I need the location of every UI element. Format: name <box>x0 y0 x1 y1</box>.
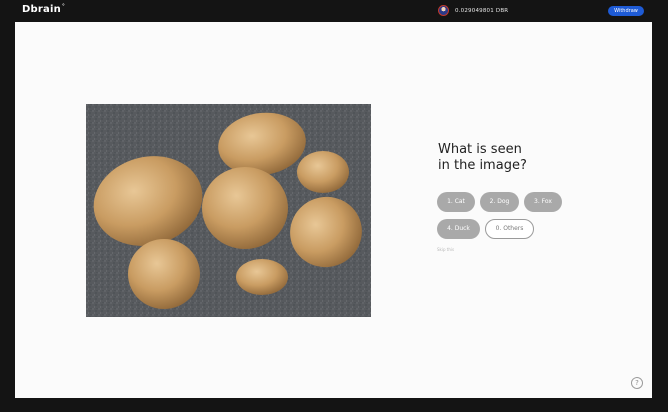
option-cat-button[interactable]: 1. Cat <box>437 192 475 212</box>
balance-amount: 0.029049801 DBR <box>455 7 509 14</box>
question-line-2: in the image? <box>438 158 527 173</box>
option-duck-button[interactable]: 4. Duck <box>437 219 480 239</box>
question-text: What is seen in the image? <box>438 142 578 174</box>
task-canvas: What is seen in the image? 1. Cat 2. Dog… <box>15 22 652 398</box>
help-button[interactable]: ? <box>631 377 643 389</box>
option-others-button[interactable]: 0. Others <box>485 219 534 239</box>
balance-display[interactable]: 0.029049801 DBR <box>438 5 508 16</box>
top-bar: Dbrain ° 0.029049801 DBR Withdraw <box>0 0 668 22</box>
brand-mark: ° <box>61 3 66 10</box>
withdraw-button[interactable]: Withdraw <box>608 6 644 16</box>
option-fox-button[interactable]: 3. Fox <box>524 192 562 212</box>
skip-link[interactable]: Skip this <box>437 247 454 252</box>
option-dog-button[interactable]: 2. Dog <box>480 192 519 212</box>
brand-name: Dbrain <box>22 4 61 15</box>
question-line-1: What is seen <box>438 142 522 157</box>
brand-logo[interactable]: Dbrain ° <box>22 3 66 15</box>
task-image <box>86 104 371 317</box>
avatar[interactable] <box>438 5 449 16</box>
